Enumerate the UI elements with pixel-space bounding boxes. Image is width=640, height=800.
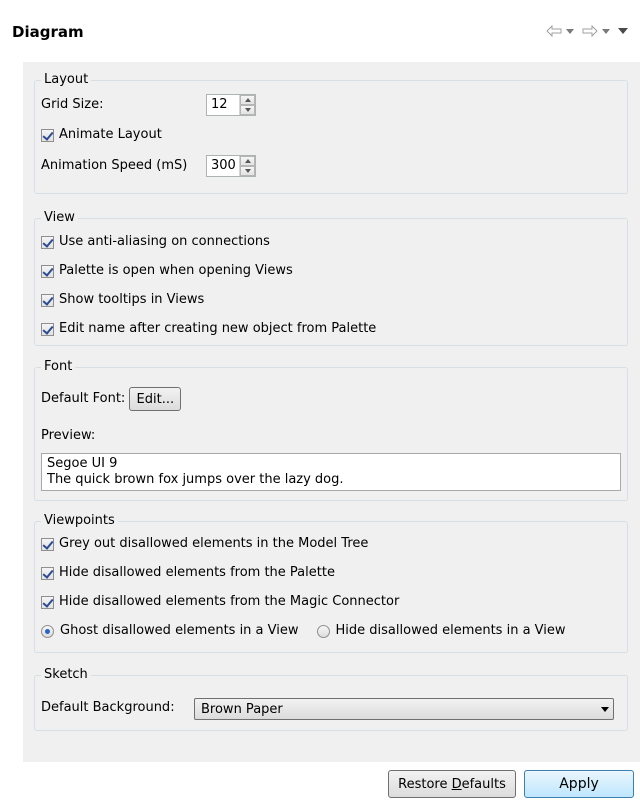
view-option-label: Palette is open when opening Views [59, 263, 293, 278]
back-button[interactable] [544, 22, 576, 40]
viewpoints-group-title: Viewpoints [41, 513, 118, 529]
default-font-row: Default Font: Edit... [41, 387, 182, 411]
restore-defaults-mnemonic: D [451, 776, 462, 792]
view-option-row[interactable]: Show tooltips in Views [41, 291, 204, 309]
view-option-checkbox[interactable] [41, 293, 54, 307]
view-option-label: Edit name after creating new object from… [59, 321, 377, 336]
page-title: Diagram [12, 23, 84, 41]
preferences-page: Diagram Layout Grid Size: 12 Animate Lay… [0, 0, 640, 800]
disallowed-display-row: Ghost disallowed elements in a View Hide… [41, 622, 566, 640]
history-nav [544, 22, 630, 40]
grid-size-spinner[interactable]: 12 [206, 94, 256, 116]
grid-size-spinner-buttons [239, 95, 255, 115]
layout-group-title: Layout [41, 72, 92, 88]
ghost-radio-label[interactable]: Ghost disallowed elements in a View [60, 622, 299, 640]
default-background-row: Default Background: [41, 699, 175, 717]
animate-layout-checkbox[interactable] [41, 128, 54, 142]
viewpoints-option-checkbox[interactable] [41, 537, 54, 551]
viewpoints-option-checkbox[interactable] [41, 595, 54, 609]
font-group: Font Default Font: Edit... Preview: Sego… [34, 359, 628, 501]
preview-line-sample: The quick brown fox jumps over the lazy … [47, 472, 344, 487]
view-option-checkbox[interactable] [41, 264, 54, 278]
font-group-title: Font [41, 359, 76, 375]
sketch-group: Sketch Default Background: Brown Paper [34, 667, 628, 731]
page-header: Diagram [0, 0, 640, 56]
view-group: View Use anti-aliasing on connections Pa… [34, 210, 628, 346]
grid-size-value[interactable]: 12 [207, 95, 239, 115]
grid-size-label: Grid Size: [41, 97, 104, 112]
layout-group: Layout Grid Size: 12 Animate Layout Anim… [34, 72, 628, 194]
view-option-row[interactable]: Palette is open when opening Views [41, 262, 293, 280]
default-background-select[interactable]: Brown Paper [194, 698, 614, 720]
view-option-label: Show tooltips in Views [59, 292, 205, 307]
chevron-down-icon [602, 28, 610, 34]
sketch-group-title: Sketch [41, 667, 91, 683]
view-option-checkbox[interactable] [41, 235, 54, 249]
preference-content: Layout Grid Size: 12 Animate Layout Anim… [23, 62, 640, 798]
view-option-label: Use anti-aliasing on connections [59, 234, 270, 249]
animation-speed-label: Animation Speed (mS) [41, 158, 188, 173]
viewpoints-option-label: Grey out disallowed elements in the Mode… [59, 536, 369, 551]
view-option-checkbox[interactable] [41, 322, 54, 336]
viewpoints-option-row[interactable]: Hide disallowed elements from the Palett… [41, 564, 335, 582]
preview-label: Preview: [41, 428, 96, 443]
arrow-down-icon [244, 108, 251, 112]
hide-radio[interactable] [316, 624, 330, 638]
animation-speed-spinner-buttons [239, 156, 255, 176]
chevron-down-icon [566, 28, 574, 34]
arrow-up-icon [244, 159, 251, 163]
restore-defaults-button[interactable]: Restore Defaults [388, 770, 516, 798]
forward-button[interactable] [580, 22, 612, 40]
animation-speed-increment[interactable] [240, 156, 255, 166]
view-menu-icon [618, 28, 628, 34]
forward-arrow-icon [582, 25, 598, 37]
animation-speed-row: Animation Speed (mS) 300 [41, 155, 256, 177]
viewpoints-option-checkbox[interactable] [41, 566, 54, 580]
edit-font-button[interactable]: Edit... [129, 387, 182, 411]
animation-speed-value[interactable]: 300 [207, 156, 239, 176]
preview-label-row: Preview: [41, 427, 95, 445]
grid-size-row: Grid Size: 12 [41, 94, 256, 116]
ghost-radio[interactable] [41, 624, 54, 638]
back-arrow-icon [546, 25, 562, 37]
animation-speed-decrement[interactable] [240, 166, 255, 176]
restore-defaults-pre: Restore [398, 776, 452, 792]
animate-layout-row[interactable]: Animate Layout [41, 126, 162, 144]
default-background-value: Brown Paper [201, 701, 283, 717]
hide-radio-label[interactable]: Hide disallowed elements in a View [336, 622, 566, 640]
view-option-row[interactable]: Use anti-aliasing on connections [41, 233, 270, 251]
default-background-label: Default Background: [41, 700, 175, 715]
viewpoints-group: Viewpoints Grey out disallowed elements … [34, 513, 628, 653]
viewpoints-option-label: Hide disallowed elements from the Magic … [59, 594, 400, 609]
view-option-row[interactable]: Edit name after creating new object from… [41, 320, 376, 338]
grid-size-decrement[interactable] [240, 105, 255, 115]
preview-line-font: Segoe UI 9 [47, 456, 118, 471]
view-group-title: View [41, 210, 78, 226]
animation-speed-spinner[interactable]: 300 [206, 155, 256, 177]
chevron-down-icon [597, 706, 613, 712]
arrow-up-icon [244, 98, 251, 102]
animate-layout-label: Animate Layout [59, 127, 162, 142]
viewpoints-option-label: Hide disallowed elements from the Palett… [59, 565, 335, 580]
viewpoints-option-row[interactable]: Grey out disallowed elements in the Mode… [41, 535, 368, 553]
font-preview-box: Segoe UI 9 The quick brown fox jumps ove… [41, 453, 621, 491]
apply-button[interactable]: Apply [524, 770, 634, 798]
grid-size-increment[interactable] [240, 95, 255, 105]
view-menu-button[interactable] [616, 22, 630, 40]
restore-defaults-post: efaults [461, 776, 506, 792]
viewpoints-option-row[interactable]: Hide disallowed elements from the Magic … [41, 593, 399, 611]
arrow-down-icon [244, 169, 251, 173]
default-font-label: Default Font: [41, 391, 126, 406]
